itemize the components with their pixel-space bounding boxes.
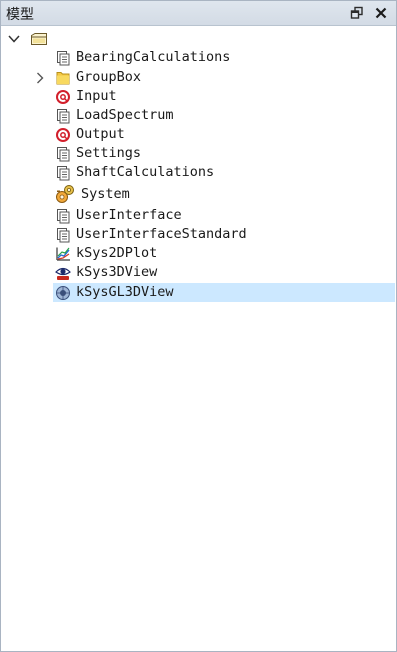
module-pages-icon — [55, 165, 71, 181]
model-panel: 模型 BearingCalculations GroupBox Input Lo… — [0, 0, 397, 652]
tree-item-bearing-calculations[interactable]: BearingCalculations — [53, 48, 395, 67]
tree-item-label: Settings — [76, 145, 142, 161]
module-pages-icon — [55, 146, 71, 162]
system-gears-icon — [55, 184, 75, 204]
tree-item-label: UserInterface — [76, 207, 182, 223]
plot-2d-icon — [55, 246, 71, 262]
panel-title: 模型 — [6, 7, 34, 23]
restore-window-icon[interactable] — [349, 5, 365, 21]
tree-item-label: Input — [76, 88, 117, 104]
tree-item-label: UserInterfaceStandard — [76, 226, 247, 242]
tree-item-ksys-2d-plot[interactable]: kSys2DPlot — [53, 244, 395, 263]
tree-item-groupbox[interactable]: GroupBox — [53, 68, 395, 87]
eye-3d-icon — [55, 265, 71, 281]
tree-item-label: Output — [76, 126, 125, 142]
tree-item-user-interface[interactable]: UserInterface — [53, 206, 395, 225]
module-pages-icon — [55, 50, 71, 66]
module-pages-icon — [55, 108, 71, 124]
red-circle-icon — [55, 127, 71, 143]
chevron-right-icon[interactable] — [33, 70, 47, 84]
tree-item-label: System — [81, 186, 130, 202]
red-circle-icon — [55, 89, 71, 105]
tree-root-row[interactable] — [1, 28, 396, 48]
tree-item-ksys-3d-view[interactable]: kSys3DView — [53, 263, 395, 282]
tree-item-label: GroupBox — [76, 69, 142, 85]
tree-item-system[interactable]: System — [53, 183, 395, 205]
tree-item-input[interactable]: Input — [53, 87, 395, 106]
tree-item-label: kSys2DPlot — [76, 245, 158, 261]
close-icon[interactable] — [373, 5, 389, 21]
tree-item-label: ShaftCalculations — [76, 164, 215, 180]
folder-box-icon — [30, 31, 48, 45]
globe-gl-icon — [55, 285, 71, 301]
yellow-folder-icon — [55, 70, 71, 86]
tree-item-settings[interactable]: Settings — [53, 144, 395, 163]
tree-item-label: kSys3DView — [76, 264, 158, 280]
chevron-down-icon[interactable] — [7, 31, 21, 45]
tree-item-label: LoadSpectrum — [76, 107, 174, 123]
tree-item-output[interactable]: Output — [53, 125, 395, 144]
tree-item-load-spectrum[interactable]: LoadSpectrum — [53, 106, 395, 125]
tree-item-label: kSysGL3DView — [76, 284, 174, 300]
module-pages-icon — [55, 208, 71, 224]
tree-item-shaft-calculations[interactable]: ShaftCalculations — [53, 163, 395, 182]
tree-item-label: BearingCalculations — [76, 49, 231, 65]
tree-item-ksys-gl-3d-view[interactable]: kSysGL3DView — [53, 283, 395, 302]
module-pages-icon — [55, 227, 71, 243]
panel-titlebar: 模型 — [1, 1, 396, 26]
tree-item-user-interface-standard[interactable]: UserInterfaceStandard — [53, 225, 395, 244]
